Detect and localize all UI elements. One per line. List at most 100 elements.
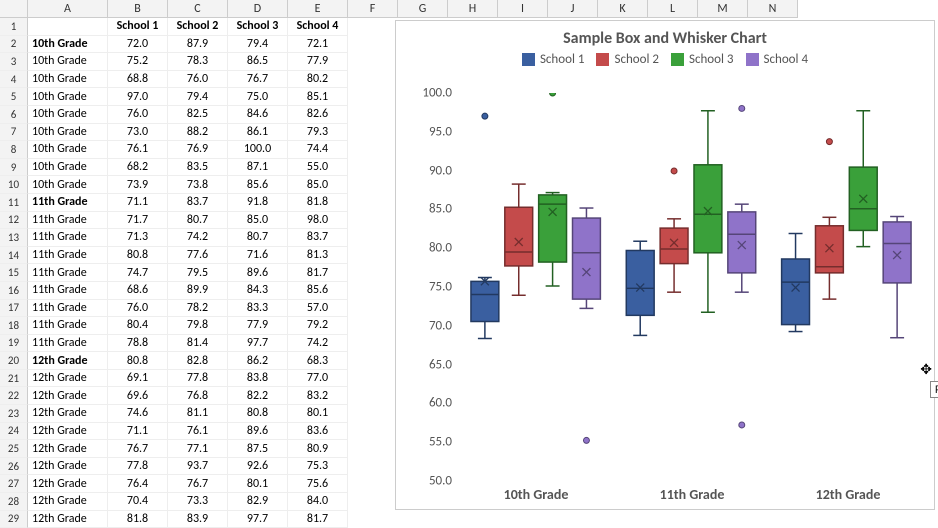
cell[interactable]: 11th Grade [28, 194, 108, 212]
cell[interactable]: 84.0 [288, 493, 348, 511]
cell[interactable]: 74.2 [288, 335, 348, 353]
cell[interactable]: 85.0 [228, 212, 288, 230]
row-header-26[interactable]: 26 [0, 458, 28, 476]
row-header-15[interactable]: 15 [0, 264, 28, 282]
row-header-3[interactable]: 3 [0, 53, 28, 71]
cell[interactable]: 80.7 [228, 229, 288, 247]
cell[interactable]: 81.3 [288, 247, 348, 265]
legend-item[interactable]: School 4 [746, 52, 809, 67]
cell[interactable]: 77.9 [288, 53, 348, 71]
cell[interactable]: 76.0 [108, 300, 168, 318]
cell[interactable]: 85.0 [288, 176, 348, 194]
cell[interactable]: 12th Grade [28, 440, 108, 458]
legend-item[interactable]: School 1 [522, 52, 585, 67]
cell[interactable]: 76.7 [108, 440, 168, 458]
cell[interactable]: 85.6 [288, 282, 348, 300]
cell[interactable] [28, 18, 108, 36]
cell[interactable]: 83.7 [288, 229, 348, 247]
row-header-13[interactable]: 13 [0, 229, 28, 247]
cell[interactable]: 76.7 [228, 71, 288, 89]
cell[interactable]: 12th Grade [28, 423, 108, 441]
column-header-K[interactable]: K [598, 0, 648, 17]
cell[interactable]: 10th Grade [28, 176, 108, 194]
row-header-12[interactable]: 12 [0, 212, 28, 230]
cell[interactable]: 81.1 [168, 405, 228, 423]
cell[interactable]: 82.5 [168, 106, 228, 124]
cell[interactable]: 78.3 [168, 53, 228, 71]
cell[interactable]: 86.5 [228, 53, 288, 71]
cell[interactable]: 77.0 [288, 370, 348, 388]
column-header-G[interactable]: G [398, 0, 448, 17]
column-header-J[interactable]: J [548, 0, 598, 17]
column-header-A[interactable]: A [28, 0, 108, 17]
column-header-C[interactable]: C [168, 0, 228, 17]
cell[interactable]: 79.4 [228, 36, 288, 54]
select-all-corner[interactable] [0, 0, 28, 17]
cell[interactable]: 92.6 [228, 458, 288, 476]
cell[interactable]: 83.7 [168, 194, 228, 212]
cell[interactable]: 11th Grade [28, 212, 108, 230]
row-header-23[interactable]: 23 [0, 405, 28, 423]
cell[interactable]: 83.3 [228, 300, 288, 318]
column-header-L[interactable]: L [648, 0, 698, 17]
cell[interactable]: 72.1 [288, 36, 348, 54]
cell[interactable]: 71.7 [108, 212, 168, 230]
cell[interactable]: 89.6 [228, 264, 288, 282]
cell[interactable]: 87.5 [228, 440, 288, 458]
cell[interactable]: 71.1 [108, 194, 168, 212]
cell[interactable]: 11th Grade [28, 300, 108, 318]
cell[interactable]: 83.2 [288, 387, 348, 405]
cell[interactable]: 98.0 [288, 212, 348, 230]
cell[interactable]: 82.6 [288, 106, 348, 124]
cell[interactable]: 77.6 [168, 247, 228, 265]
cell[interactable]: 12th Grade [28, 387, 108, 405]
row-header-20[interactable]: 20 [0, 352, 28, 370]
row-header-10[interactable]: 10 [0, 176, 28, 194]
cell[interactable]: 11th Grade [28, 229, 108, 247]
cell[interactable]: 82.8 [168, 352, 228, 370]
cell[interactable]: 78.8 [108, 335, 168, 353]
cell[interactable]: 68.8 [108, 71, 168, 89]
cell[interactable]: 10th Grade [28, 141, 108, 159]
cell[interactable]: 76.7 [168, 475, 228, 493]
cell[interactable]: 76.0 [108, 106, 168, 124]
cell[interactable]: 71.3 [108, 229, 168, 247]
column-header-I[interactable]: I [498, 0, 548, 17]
cell[interactable]: 88.2 [168, 124, 228, 142]
cell[interactable]: 75.6 [288, 475, 348, 493]
cell[interactable]: 11th Grade [28, 317, 108, 335]
cell[interactable]: 82.9 [228, 493, 288, 511]
cell[interactable]: 11th Grade [28, 247, 108, 265]
cell[interactable]: 76.1 [108, 141, 168, 159]
cell[interactable]: 72.0 [108, 36, 168, 54]
cell[interactable]: School 2 [168, 18, 228, 36]
row-header-27[interactable]: 27 [0, 475, 28, 493]
row-header-8[interactable]: 8 [0, 141, 28, 159]
cell[interactable]: 81.8 [288, 194, 348, 212]
legend-item[interactable]: School 3 [671, 52, 734, 67]
cell[interactable]: 84.6 [228, 106, 288, 124]
row-header-24[interactable]: 24 [0, 423, 28, 441]
row-header-21[interactable]: 21 [0, 370, 28, 388]
cell[interactable]: 75.0 [228, 88, 288, 106]
cell[interactable]: 12th Grade [28, 405, 108, 423]
cell[interactable]: 83.5 [168, 159, 228, 177]
cell[interactable]: 80.1 [228, 475, 288, 493]
cell[interactable]: 89.6 [228, 423, 288, 441]
cell[interactable]: 85.6 [228, 176, 288, 194]
cell[interactable]: 74.2 [168, 229, 228, 247]
cell[interactable]: 80.8 [108, 352, 168, 370]
cell[interactable]: 76.1 [168, 423, 228, 441]
cell[interactable]: 79.2 [288, 317, 348, 335]
cell[interactable]: 77.8 [108, 458, 168, 476]
cell[interactable]: 82.2 [228, 387, 288, 405]
cell[interactable]: 11th Grade [28, 335, 108, 353]
column-header-E[interactable]: E [288, 0, 348, 17]
cell[interactable]: 10th Grade [28, 106, 108, 124]
row-header-19[interactable]: 19 [0, 335, 28, 353]
cell[interactable]: 81.7 [288, 511, 348, 528]
cell[interactable]: 87.9 [168, 36, 228, 54]
cell[interactable]: 80.4 [108, 317, 168, 335]
cell[interactable]: 75.3 [288, 458, 348, 476]
cell[interactable]: 77.8 [168, 370, 228, 388]
